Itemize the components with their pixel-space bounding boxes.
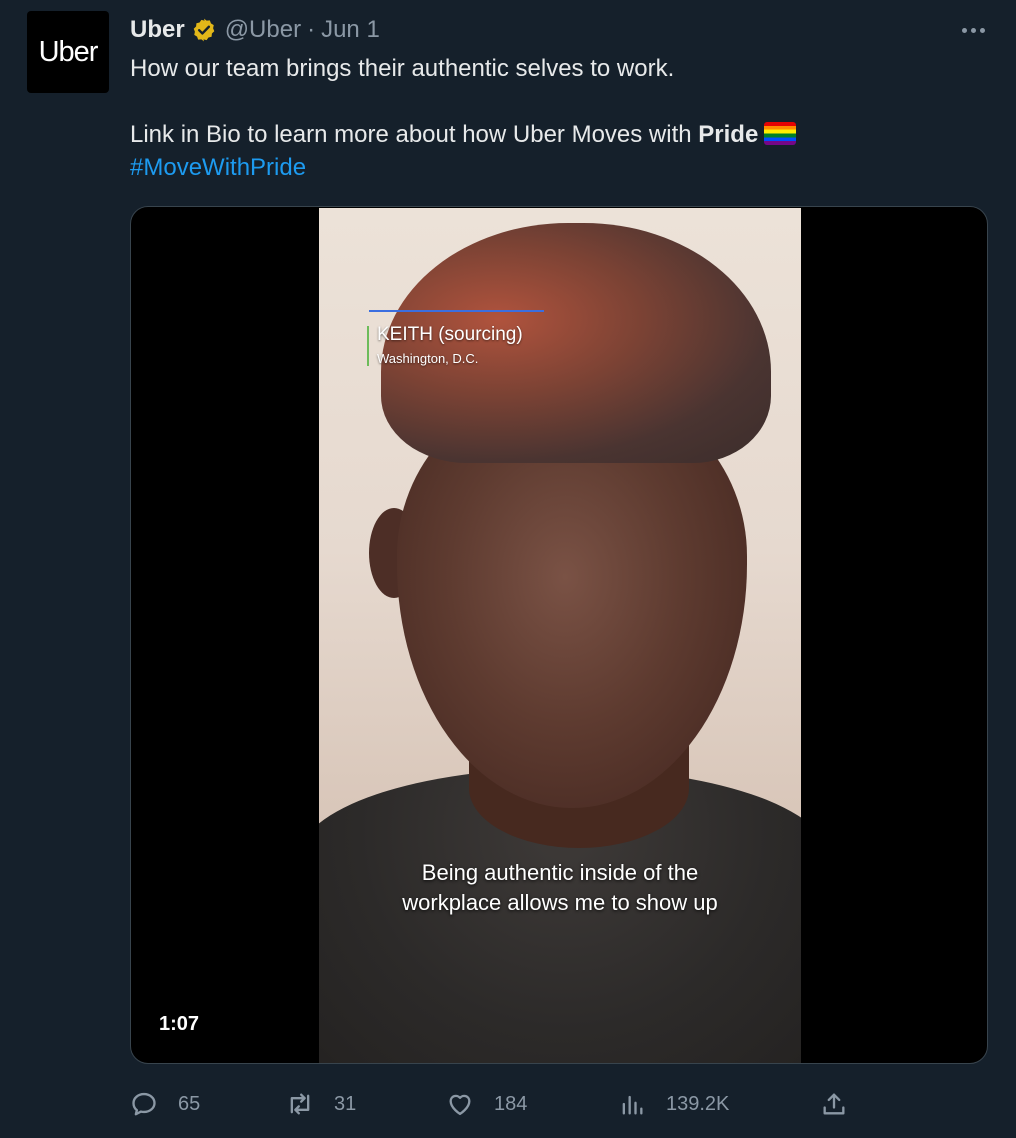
more-icon[interactable] <box>955 14 991 46</box>
lower-third-line <box>369 310 544 312</box>
retweet-button[interactable]: 31 <box>286 1086 356 1122</box>
tweet: Uber Uber @Uber · Jun 1 How our team bri… <box>0 0 1016 1138</box>
retweet-count: 31 <box>334 1092 357 1115</box>
uber-logo: Uber <box>38 35 99 68</box>
name-tag: KEITH (sourcing) <box>377 324 523 345</box>
video-player[interactable]: KEITH (sourcing) Washington, D.C. Being … <box>130 206 988 1064</box>
like-button[interactable]: 184 <box>446 1086 527 1122</box>
location-tag: Washington, D.C. <box>377 351 479 366</box>
reply-icon <box>132 1092 156 1116</box>
reply-count: 65 <box>178 1092 201 1115</box>
tweet-text: How our team brings their authentic selv… <box>130 52 970 184</box>
tweet-line-1: How our team brings their authentic selv… <box>130 55 675 82</box>
video-subtitle: Being authentic inside of the workplace … <box>319 858 801 918</box>
tweet-line-2-text: Link in Bio to learn more about how Uber… <box>130 121 699 148</box>
retweet-icon <box>290 1093 310 1115</box>
views-count: 139.2K <box>666 1092 730 1115</box>
heart-icon <box>449 1094 471 1116</box>
hashtag-link[interactable]: #MoveWithPride <box>130 154 306 181</box>
video-frame: KEITH (sourcing) Washington, D.C. Being … <box>319 208 801 1063</box>
more-dot <box>970 27 976 33</box>
separator-dot: · <box>307 16 316 43</box>
video-duration: 1:07 <box>159 1013 200 1035</box>
rainbow-flag-icon <box>764 122 797 145</box>
lower-third-bar <box>367 326 369 366</box>
subtitle-line-1: Being authentic inside of the <box>421 860 699 885</box>
views-icon <box>622 1095 643 1115</box>
action-bar: 65 31 184 139.2K <box>130 1086 960 1122</box>
avatar[interactable]: Uber <box>27 11 109 93</box>
reply-button[interactable]: 65 <box>130 1086 200 1122</box>
share-button[interactable] <box>820 1086 868 1122</box>
share-icon <box>823 1093 845 1115</box>
more-dot <box>961 27 967 33</box>
subtitle-line-2: workplace allows me to show up <box>402 890 718 915</box>
tweet-date[interactable]: Jun 1 <box>321 16 380 44</box>
tweet-header: Uber @Uber · Jun 1 <box>130 14 380 46</box>
like-count: 184 <box>494 1092 528 1115</box>
handle[interactable]: @Uber <box>225 16 301 44</box>
more-dot <box>979 27 985 33</box>
display-name[interactable]: Uber <box>130 16 185 44</box>
views-button[interactable]: 139.2K <box>618 1086 729 1122</box>
tweet-bold-word: Pride <box>698 121 759 148</box>
verified-badge-icon <box>193 18 214 42</box>
tweet-line-2: Link in Bio to learn more about how Uber… <box>130 118 970 151</box>
